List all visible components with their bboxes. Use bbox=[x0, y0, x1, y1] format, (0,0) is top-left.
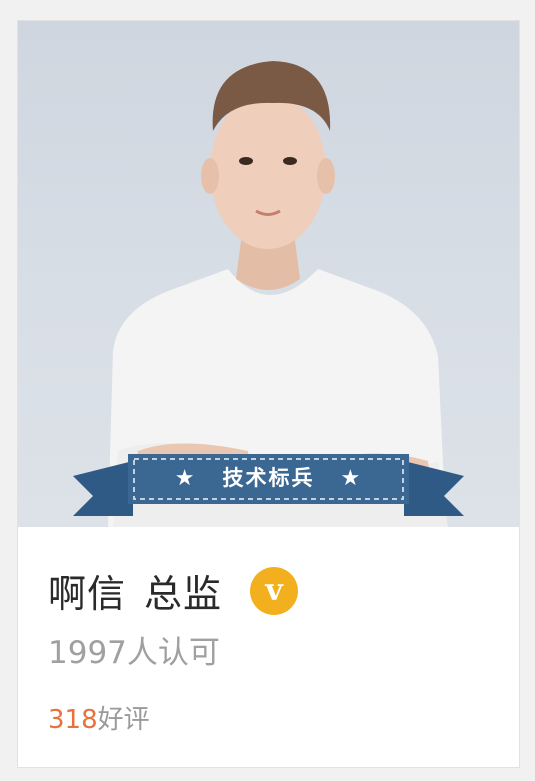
recognition-suffix: 人认可 bbox=[126, 635, 220, 671]
portrait-illustration bbox=[73, 61, 464, 527]
verified-badge-icon: v bbox=[250, 566, 299, 615]
expert-name: 啊信 总监 bbox=[48, 563, 222, 618]
banner-label-row: ★ 技术标兵 ★ bbox=[18, 462, 519, 492]
profile-photo[interactable]: ★ 技术标兵 ★ bbox=[18, 21, 519, 527]
good-reviews-count: 318 bbox=[48, 705, 98, 735]
expert-card[interactable]: ★ 技术标兵 ★ 啊信 总监 v 1997人认可 318好评 bbox=[17, 20, 520, 768]
banner-label: 技术标兵 bbox=[222, 466, 315, 490]
good-reviews-suffix: 好评 bbox=[97, 705, 150, 735]
name-text: 啊信 bbox=[48, 572, 127, 616]
good-reviews-text: 318好评 bbox=[48, 699, 150, 736]
name-row: 啊信 总监 v bbox=[48, 563, 299, 618]
star-icon: ★ bbox=[340, 466, 363, 491]
star-icon: ★ bbox=[174, 466, 197, 491]
recognition-text: 1997人认可 bbox=[48, 627, 220, 672]
recognition-count: 1997 bbox=[48, 635, 127, 671]
profile-info: 啊信 总监 v 1997人认可 318好评 bbox=[18, 527, 519, 767]
job-title: 总监 bbox=[144, 572, 223, 616]
